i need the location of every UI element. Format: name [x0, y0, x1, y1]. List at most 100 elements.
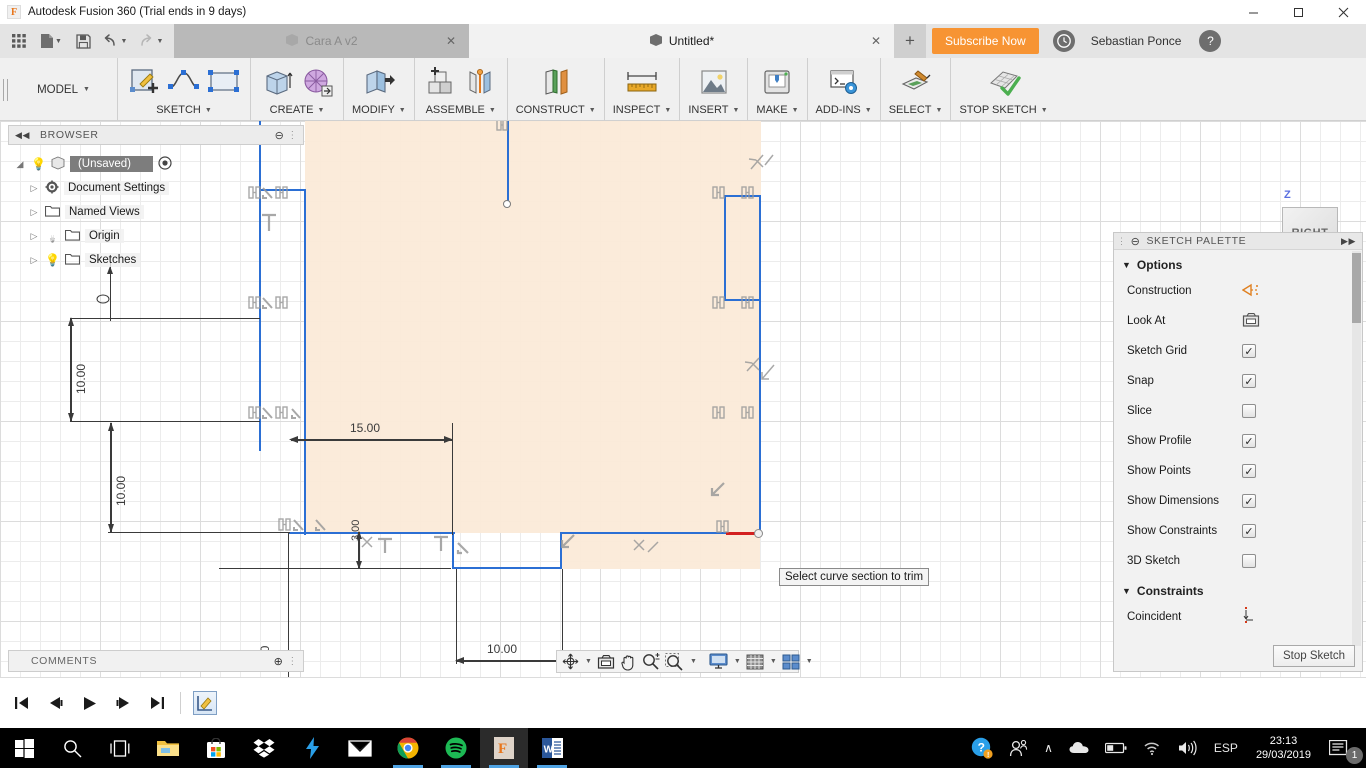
activate-component-icon[interactable] — [158, 155, 172, 173]
palette-row-slice[interactable]: Slice — [1114, 396, 1362, 426]
palette-scrollbar-thumb[interactable] — [1352, 253, 1361, 323]
new-component-icon[interactable] — [423, 63, 459, 101]
collapse-browser-icon[interactable]: ◀◀ — [15, 130, 30, 141]
undo-icon[interactable]: ▼ — [98, 28, 132, 54]
constraint-glyph[interactable] — [716, 517, 740, 542]
dimension-value[interactable]: 15.00 — [350, 421, 380, 435]
start-button[interactable] — [0, 728, 48, 768]
microsoft-store-button[interactable] — [192, 728, 240, 768]
wifi-icon[interactable] — [1135, 728, 1170, 768]
create-sketch-icon[interactable] — [126, 63, 162, 101]
sketch-grid-checkbox[interactable]: ✓ — [1242, 344, 1256, 358]
sketch-feature-icon[interactable] — [193, 691, 217, 715]
palette-row-show-constraints[interactable]: Show Constraints ✓ — [1114, 516, 1362, 546]
show-profile-checkbox[interactable]: ✓ — [1242, 434, 1256, 448]
workspace-selector[interactable]: MODEL ▼ — [10, 58, 118, 121]
ribbon-group-label[interactable]: MODIFY ▼ — [352, 102, 406, 118]
visibility-bulb-icon[interactable]: 💡 — [45, 229, 60, 243]
expand-triangle-icon[interactable]: ◢ — [14, 159, 26, 170]
ribbon-group-label[interactable]: CREATE ▼ — [270, 102, 325, 118]
constraint-glyph[interactable] — [706, 479, 732, 506]
tree-node-sketches[interactable]: ▷ 💡 Sketches — [14, 248, 194, 272]
constraint-glyph[interactable] — [358, 533, 408, 562]
show-points-checkbox[interactable]: ✓ — [1242, 464, 1256, 478]
palette-row-coincident[interactable]: Coincident — [1114, 602, 1362, 632]
file-explorer-button[interactable] — [144, 728, 192, 768]
zoom-window-icon[interactable] — [663, 651, 686, 672]
close-icon[interactable]: ✕ — [871, 34, 881, 48]
stop-sketch-icon[interactable] — [986, 63, 1022, 101]
ribbon-group-label[interactable]: INSPECT ▼ — [613, 102, 672, 118]
constraint-glyph[interactable] — [712, 183, 762, 212]
user-name[interactable]: Sebastian Ponce — [1091, 34, 1182, 48]
3d-print-icon[interactable] — [759, 63, 795, 101]
search-button[interactable] — [48, 728, 96, 768]
stop-sketch-button[interactable]: Stop Sketch — [1273, 645, 1355, 667]
subscribe-now-button[interactable]: Subscribe Now — [932, 28, 1039, 54]
minimize-button[interactable] — [1231, 0, 1276, 24]
ribbon-group-label[interactable]: MAKE ▼ — [756, 102, 798, 118]
mail-button[interactable] — [336, 728, 384, 768]
measure-icon[interactable] — [624, 63, 660, 101]
microsoft-word-button[interactable]: W — [528, 728, 576, 768]
dimension-value[interactable]: 10.00 — [74, 364, 88, 394]
joint-icon[interactable] — [463, 63, 499, 101]
new-tab-button[interactable]: + — [894, 24, 926, 58]
show-hidden-icons-chevron[interactable]: ∧ — [1036, 728, 1061, 768]
ribbon-grip[interactable] — [0, 58, 10, 121]
battery-icon[interactable] — [1097, 728, 1135, 768]
add-comment-icon[interactable]: ⊕ — [274, 655, 284, 668]
google-chrome-button[interactable] — [384, 728, 432, 768]
constraint-glyph[interactable] — [248, 403, 308, 428]
constraint-glyph[interactable] — [430, 533, 482, 562]
visibility-bulb-icon[interactable]: 💡 — [45, 253, 60, 267]
rectangle-icon[interactable] — [206, 63, 242, 101]
language-indicator[interactable]: ESP — [1206, 728, 1246, 768]
help-icon[interactable]: ? — [1199, 30, 1222, 52]
constraint-glyph[interactable] — [496, 121, 518, 139]
tree-node-named-views[interactable]: ▷ Named Views — [14, 200, 194, 224]
look-at-icon[interactable] — [595, 651, 617, 672]
fusion-360-button[interactable]: F — [480, 728, 528, 768]
palette-row-show-points[interactable]: Show Points ✓ — [1114, 456, 1362, 486]
grid-menu-icon[interactable] — [6, 28, 32, 54]
constraint-glyph[interactable] — [712, 403, 762, 432]
palette-row-construction[interactable]: Construction — [1114, 276, 1362, 306]
volume-speaker-icon[interactable] — [1170, 728, 1206, 768]
scripts-addins-icon[interactable] — [826, 63, 862, 101]
redo-icon[interactable]: ▼ — [134, 28, 168, 54]
tree-node-origin[interactable]: ▷ 💡 Origin — [14, 224, 194, 248]
palette-row-look-at[interactable]: Look At — [1114, 306, 1362, 336]
constraint-glyph[interactable] — [742, 353, 780, 392]
tab-cara-a-v2[interactable]: Cara A v2 ✕ — [174, 24, 469, 58]
3d-sketch-checkbox[interactable] — [1242, 554, 1256, 568]
constraint-glyph[interactable] — [248, 293, 290, 316]
display-dropdown-icon[interactable]: ▼ — [731, 651, 743, 672]
task-view-button[interactable] — [96, 728, 144, 768]
extrude-icon[interactable] — [259, 63, 295, 101]
palette-row-show-profile[interactable]: Show Profile ✓ — [1114, 426, 1362, 456]
ribbon-group-label[interactable]: ADD-INS ▼ — [816, 102, 872, 118]
save-icon[interactable] — [70, 28, 96, 54]
constraint-glyph[interactable] — [248, 183, 290, 206]
ribbon-group-label[interactable]: SELECT ▼ — [889, 102, 943, 118]
lightning-app-button[interactable] — [288, 728, 336, 768]
grid-snaps-icon[interactable] — [744, 651, 766, 672]
close-icon[interactable]: ✕ — [446, 34, 456, 48]
zoom-dropdown-icon[interactable]: ▼ — [687, 651, 699, 672]
pattern-icon[interactable] — [299, 63, 335, 101]
constraint-glyph[interactable] — [258, 211, 284, 238]
clock[interactable]: 23:13 29/03/2019 — [1246, 734, 1321, 762]
constraint-glyph[interactable] — [556, 531, 586, 560]
new-document-icon[interactable]: ▼ — [34, 28, 68, 54]
palette-row-3d-sketch[interactable]: 3D Sketch — [1114, 546, 1362, 576]
spotify-button[interactable] — [432, 728, 480, 768]
orbit-icon[interactable] — [560, 651, 581, 672]
people-icon[interactable] — [1001, 728, 1036, 768]
construction-line-icon[interactable] — [1241, 282, 1260, 301]
ribbon-group-label[interactable]: CONSTRUCT ▼ — [516, 102, 596, 118]
coincident-icon[interactable] — [1242, 606, 1260, 628]
panel-grip[interactable]: ⋮ — [287, 130, 298, 141]
display-settings-icon[interactable] — [707, 651, 730, 672]
zoom-icon[interactable] — [640, 651, 662, 672]
